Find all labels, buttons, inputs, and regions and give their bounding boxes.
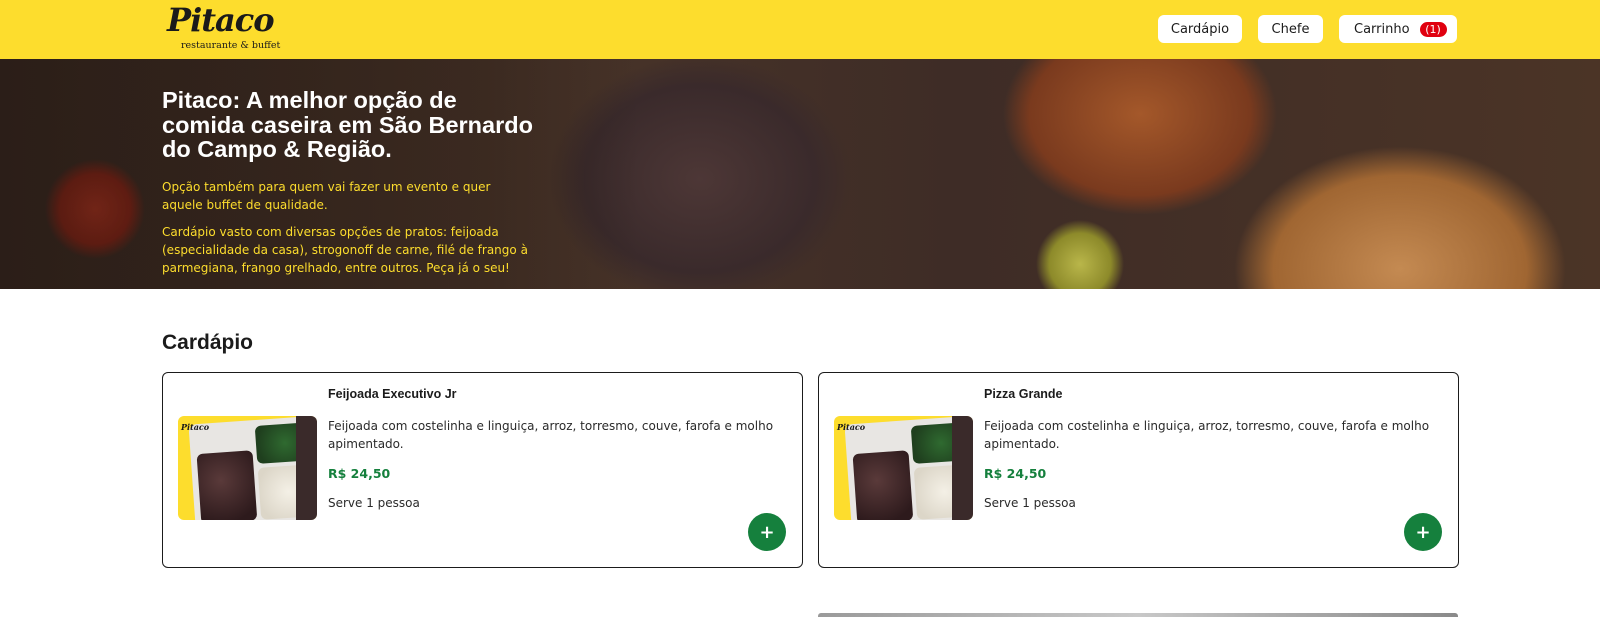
logo-subtitle: restaurante & buffet [181,40,281,51]
top-navbar: Pitaco restaurante & buffet Cardápio Che… [0,0,1600,59]
menu-section-title: Cardápio [162,331,254,354]
dish-serves: Serve 1 pessoa [328,496,420,510]
hero-banner: Pitaco: A melhor opção de comida caseira… [0,59,1600,289]
nav-carrinho-button[interactable]: Carrinho (1) [1339,15,1457,43]
nav-chefe-label: Chefe [1271,21,1310,37]
image-background-dark [296,416,317,520]
dish-price: R$ 24,50 [984,466,1047,481]
cart-count-badge: (1) [1419,21,1447,37]
next-card-image-peek [818,613,1458,617]
beans-compartment [852,450,914,520]
image-logo: Pitaco [837,422,866,432]
dish-name: Pizza Grande [984,387,1063,401]
nav-cardapio-label: Cardápio [1170,21,1230,37]
dish-description: Feijoada com costelinha e linguiça, arro… [984,419,1430,451]
menu-item-card: Pitaco Pizza Grande Feijoada com costeli… [818,372,1459,568]
beans-compartment [196,450,258,520]
dish-image: Pitaco [834,416,973,520]
image-background-dark [952,416,973,520]
dish-serves: Serve 1 pessoa [984,496,1076,510]
dish-price: R$ 24,50 [328,466,391,481]
nav-chefe-button[interactable]: Chefe [1258,15,1323,43]
dish-image: Pitaco [178,416,317,520]
hero-paragraph-events: Opção também para quem vai fazer um even… [162,180,491,212]
pitaco-logo[interactable]: Pitaco restaurante & buffet [167,1,281,53]
add-to-cart-button[interactable]: + [748,513,786,551]
hero-title: Pitaco: A melhor opção de comida caseira… [162,87,533,162]
dish-name: Feijoada Executivo Jr [328,387,457,401]
hero-paragraph-menu: Cardápio vasto com diversas opções de pr… [162,225,528,275]
dish-description: Feijoada com costelinha e linguiça, arro… [328,419,774,451]
nav-carrinho-label: Carrinho [1354,21,1410,37]
menu-item-card: Pitaco Feijoada Executivo Jr Feijoada co… [162,372,803,568]
nav-cardapio-button[interactable]: Cardápio [1158,15,1242,43]
image-logo: Pitaco [181,422,210,432]
add-to-cart-button[interactable]: + [1404,513,1442,551]
logo-text: Pitaco [167,1,275,39]
